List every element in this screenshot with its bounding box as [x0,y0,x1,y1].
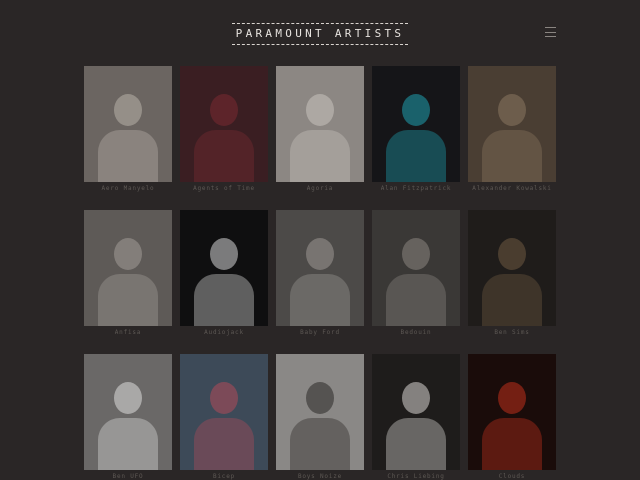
artist-name[interactable]: Agoria [276,185,364,192]
artist-card[interactable]: Baby Ford [276,210,364,336]
portrait-silhouette [290,130,350,182]
portrait-silhouette [210,94,238,126]
portrait-silhouette [402,94,430,126]
artist-photo [180,354,268,470]
portrait-silhouette [402,382,430,414]
artist-card[interactable]: Bicep [180,354,268,480]
artist-photo [276,210,364,326]
artist-card[interactable]: Ben UFO [84,354,172,480]
artist-name[interactable]: Ben Sims [468,329,556,336]
artist-card[interactable]: Audiojack [180,210,268,336]
portrait-silhouette [482,418,542,470]
portrait-silhouette [194,418,254,470]
artist-card[interactable]: Chris Liebing [372,354,460,480]
portrait-silhouette [290,418,350,470]
portrait-silhouette [290,274,350,326]
artist-photo [84,66,172,182]
portrait-silhouette [402,238,430,270]
artist-photo [84,210,172,326]
artist-name[interactable]: Clouds [468,473,556,480]
artist-name[interactable]: Ben UFO [84,473,172,480]
artist-card[interactable]: Ben Sims [468,210,556,336]
portrait-silhouette [114,238,142,270]
portrait-silhouette [498,238,526,270]
artist-photo [372,66,460,182]
portrait-silhouette [386,130,446,182]
portrait-silhouette [98,274,158,326]
artist-name[interactable]: Audiojack [180,329,268,336]
artist-card[interactable]: Alan Fitzpatrick [372,66,460,192]
artist-photo [372,210,460,326]
artist-photo [84,354,172,470]
artist-name[interactable]: Alexander Kowalski [468,185,556,192]
portrait-silhouette [194,130,254,182]
artist-name[interactable]: Chris Liebing [372,473,460,480]
artist-card[interactable]: Aero Manyelo [84,66,172,192]
portrait-silhouette [98,130,158,182]
artist-photo [276,354,364,470]
portrait-silhouette [306,94,334,126]
artist-card[interactable]: Clouds [468,354,556,480]
artist-photo [276,66,364,182]
artist-photo [468,210,556,326]
portrait-silhouette [194,274,254,326]
portrait-silhouette [306,382,334,414]
artist-name[interactable]: Bedouin [372,329,460,336]
artist-photo [180,66,268,182]
portrait-silhouette [386,274,446,326]
artist-name[interactable]: Aero Manyelo [84,185,172,192]
artist-card[interactable]: Agoria [276,66,364,192]
hamburger-menu-icon[interactable] [545,27,556,37]
portrait-silhouette [498,382,526,414]
artist-card[interactable]: Alexander Kowalski [468,66,556,192]
artist-card[interactable]: Agents of Time [180,66,268,192]
artist-name[interactable]: Baby Ford [276,329,364,336]
artist-card[interactable]: Anfisa [84,210,172,336]
portrait-silhouette [114,382,142,414]
portrait-silhouette [482,130,542,182]
portrait-silhouette [210,238,238,270]
artist-photo [468,354,556,470]
artist-name[interactable]: Boys Noize [276,473,364,480]
artist-photo [372,354,460,470]
portrait-silhouette [98,418,158,470]
site-logo[interactable]: PARAMOUNT ARTISTS [232,23,408,45]
portrait-silhouette [210,382,238,414]
portrait-silhouette [114,94,142,126]
artist-photo [180,210,268,326]
artist-card[interactable]: Boys Noize [276,354,364,480]
artist-name[interactable]: Anfisa [84,329,172,336]
artist-name[interactable]: Bicep [180,473,268,480]
portrait-silhouette [306,238,334,270]
portrait-silhouette [386,418,446,470]
portrait-silhouette [498,94,526,126]
artist-name[interactable]: Alan Fitzpatrick [372,185,460,192]
artist-photo [468,66,556,182]
artist-card[interactable]: Bedouin [372,210,460,336]
portrait-silhouette [482,274,542,326]
site-header: PARAMOUNT ARTISTS [0,0,640,60]
artist-name[interactable]: Agents of Time [180,185,268,192]
